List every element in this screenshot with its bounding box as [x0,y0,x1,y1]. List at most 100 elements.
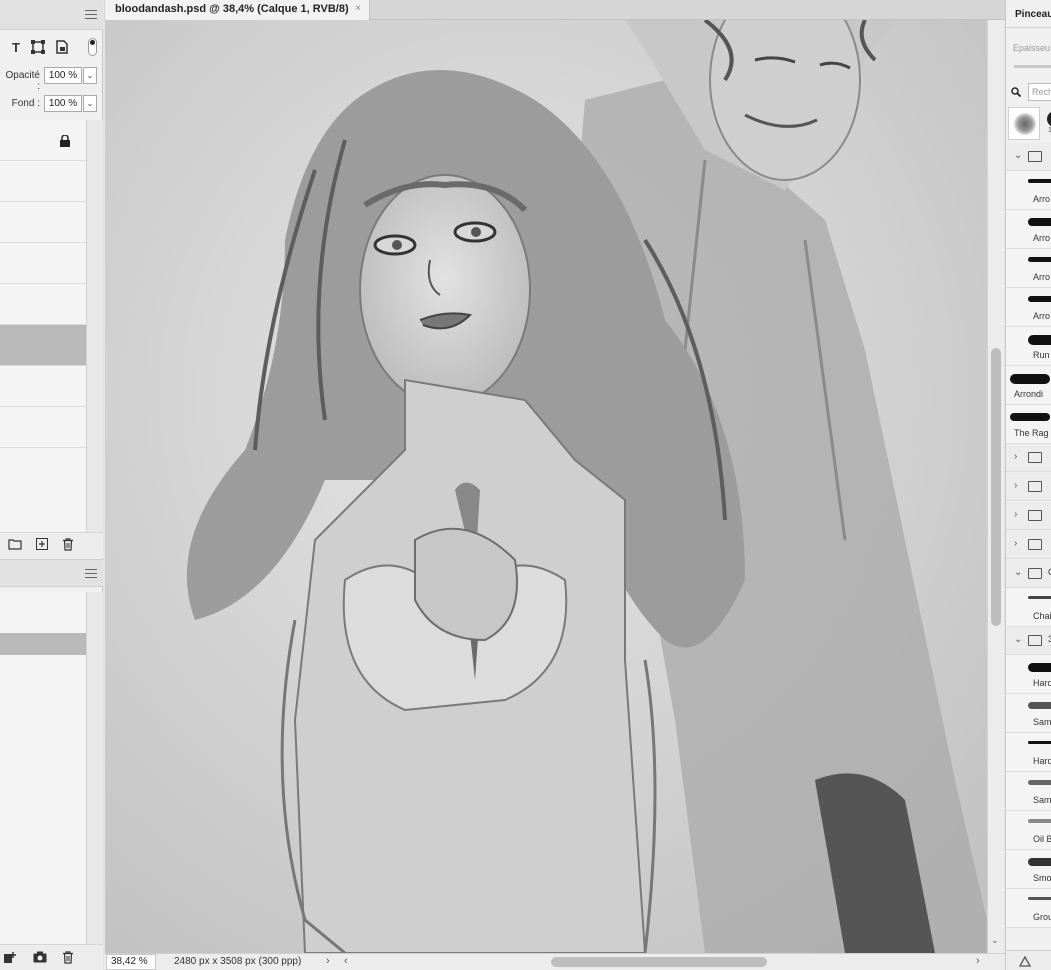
opacity-row: Opacité : 100 % ⌄ [0,65,103,92]
vertical-scroll-thumb[interactable] [991,348,1001,626]
panel-menu-icon[interactable] [85,10,97,20]
filter-toggle[interactable] [88,38,97,56]
brush-item[interactable]: Run [1006,327,1051,366]
brush-item[interactable]: Arro [1006,249,1051,288]
brush-item[interactable]: Sam [1006,772,1051,811]
trash-icon[interactable] [61,538,75,552]
new-document-from-state-icon[interactable] [4,951,17,967]
folder-icon [1028,568,1042,579]
brush-group-collapsed[interactable]: › [1006,502,1051,530]
status-expand-icon[interactable]: › [326,955,330,967]
brush-item[interactable]: The Rag [1006,405,1051,444]
brush-size-slider[interactable] [1014,65,1051,68]
brush-item[interactable]: Hard [1006,733,1051,772]
brush-item[interactable]: Grou [1006,889,1051,928]
layer-filter-tools: T [0,36,103,60]
properties-panel-header [0,0,103,30]
brush-group-collapsed[interactable]: › [1006,444,1051,472]
trash-icon[interactable] [62,951,74,967]
search-icon [1011,87,1021,97]
layers-list [0,120,86,532]
opacity-input[interactable]: 100 % [44,67,82,84]
brush-item[interactable]: Arro [1006,210,1051,249]
brush-group-collapsed[interactable]: › [1006,531,1051,559]
fill-row: Fond : 100 % ⌄ [0,93,103,115]
scroll-down-icon[interactable]: ⌄ [991,935,999,946]
left-panel: T Opacité : 100 % ⌄ Fond : 100 % ⌄ [0,0,103,970]
brush-item[interactable]: Chai [1006,588,1051,627]
document-tab-title: bloodandash.psd @ 38,4% (Calque 1, RVB/8… [115,3,349,15]
smart-object-icon[interactable] [54,40,70,56]
fill-label: Fond : [11,98,40,109]
chevron-down-icon: ⌄ [1014,634,1023,645]
canvas-vertical-scrollbar[interactable]: ⌄ [987,20,1004,953]
layer-row[interactable] [0,243,86,284]
chevron-right-icon: › [1014,451,1018,462]
layers-actions-bar [0,532,103,558]
brush-item[interactable]: Sam [1006,694,1051,733]
chevron-right-icon: › [1014,480,1018,491]
opacity-dropdown-icon[interactable]: ⌄ [83,67,97,84]
history-row-selected[interactable] [0,633,86,655]
history-actions-bar [0,944,103,970]
type-icon[interactable]: T [8,40,24,56]
opacity-label: Opacité : [5,70,40,92]
new-group-icon[interactable] [8,538,22,552]
fill-input[interactable]: 100 % [44,95,82,112]
layer-row[interactable] [0,161,86,202]
history-panel-header [0,559,103,587]
brush-item[interactable]: Arro [1006,288,1051,327]
close-tab-icon[interactable]: × [355,3,361,14]
chevron-down-icon: ⌄ [1014,567,1023,578]
scroll-left-icon[interactable]: ‹ [344,955,348,967]
brush-item[interactable]: Arro [1006,171,1051,210]
scroll-right-icon[interactable]: › [976,955,980,967]
brush-group-expanded[interactable]: ⌄3 [1006,627,1051,655]
brush-group-expanded[interactable]: ⌄C [1006,560,1051,588]
folder-icon [1028,539,1042,550]
layer-row[interactable] [0,407,86,448]
layer-row[interactable] [0,284,86,325]
layer-row[interactable] [0,202,86,243]
recent-brush-soft[interactable] [1008,107,1040,140]
folder-icon [1028,510,1042,521]
brush-group-collapsed[interactable]: › [1006,473,1051,501]
folder-icon [1028,635,1042,646]
brush-size-label: Epaisseu [1013,43,1051,53]
chevron-right-icon: › [1014,509,1018,520]
transform-icon[interactable] [30,40,46,56]
chevron-down-icon: ⌄ [1014,150,1023,161]
brushes-actions-bar [1006,950,1051,970]
brush-group-header[interactable]: ⌄ [1006,143,1051,171]
layer-row[interactable] [0,366,86,407]
camera-icon[interactable] [33,951,47,966]
document-canvas[interactable] [105,20,987,953]
recent-brush-hard[interactable]: 1 [1045,107,1051,140]
lock-icon [60,135,70,147]
brush-item[interactable]: Oil B [1006,811,1051,850]
horizontal-scroll-thumb[interactable] [551,957,767,967]
brush-search-input[interactable]: Rech [1028,83,1051,101]
folder-icon [1028,452,1042,463]
zoom-field[interactable]: 38,42 % [106,954,156,970]
brush-item[interactable]: Arrondi [1006,366,1051,405]
layers-scrollbar[interactable] [86,120,103,532]
brush-item[interactable]: Hard [1006,655,1051,694]
history-scrollbar[interactable] [86,592,103,944]
folder-icon [1028,151,1042,162]
layer-row[interactable] [0,120,86,161]
layer-row-selected[interactable] [0,325,86,366]
panel-menu-icon[interactable] [85,569,97,579]
brushes-panel: Pinceaux Epaisseu Rech 1 ⌄ Arro Arro Arr… [1005,0,1051,970]
folder-icon [1028,481,1042,492]
brush-options-icon[interactable] [1018,955,1032,967]
fill-dropdown-icon[interactable]: ⌄ [83,95,97,112]
chevron-right-icon: › [1014,538,1018,549]
artwork-sketch [105,20,987,953]
brush-item[interactable]: Smo [1006,850,1051,889]
brush-list: ⌄ Arro Arro Arro Arro Run Arrondi The Ra… [1006,143,1051,950]
brushes-panel-title[interactable]: Pinceaux [1015,9,1051,20]
new-layer-icon[interactable] [35,538,49,552]
status-bar: 38,42 % 2480 px x 3508 px (300 ppp) › ‹ … [104,953,1005,970]
document-tab[interactable]: bloodandash.psd @ 38,4% (Calque 1, RVB/8… [105,0,370,20]
